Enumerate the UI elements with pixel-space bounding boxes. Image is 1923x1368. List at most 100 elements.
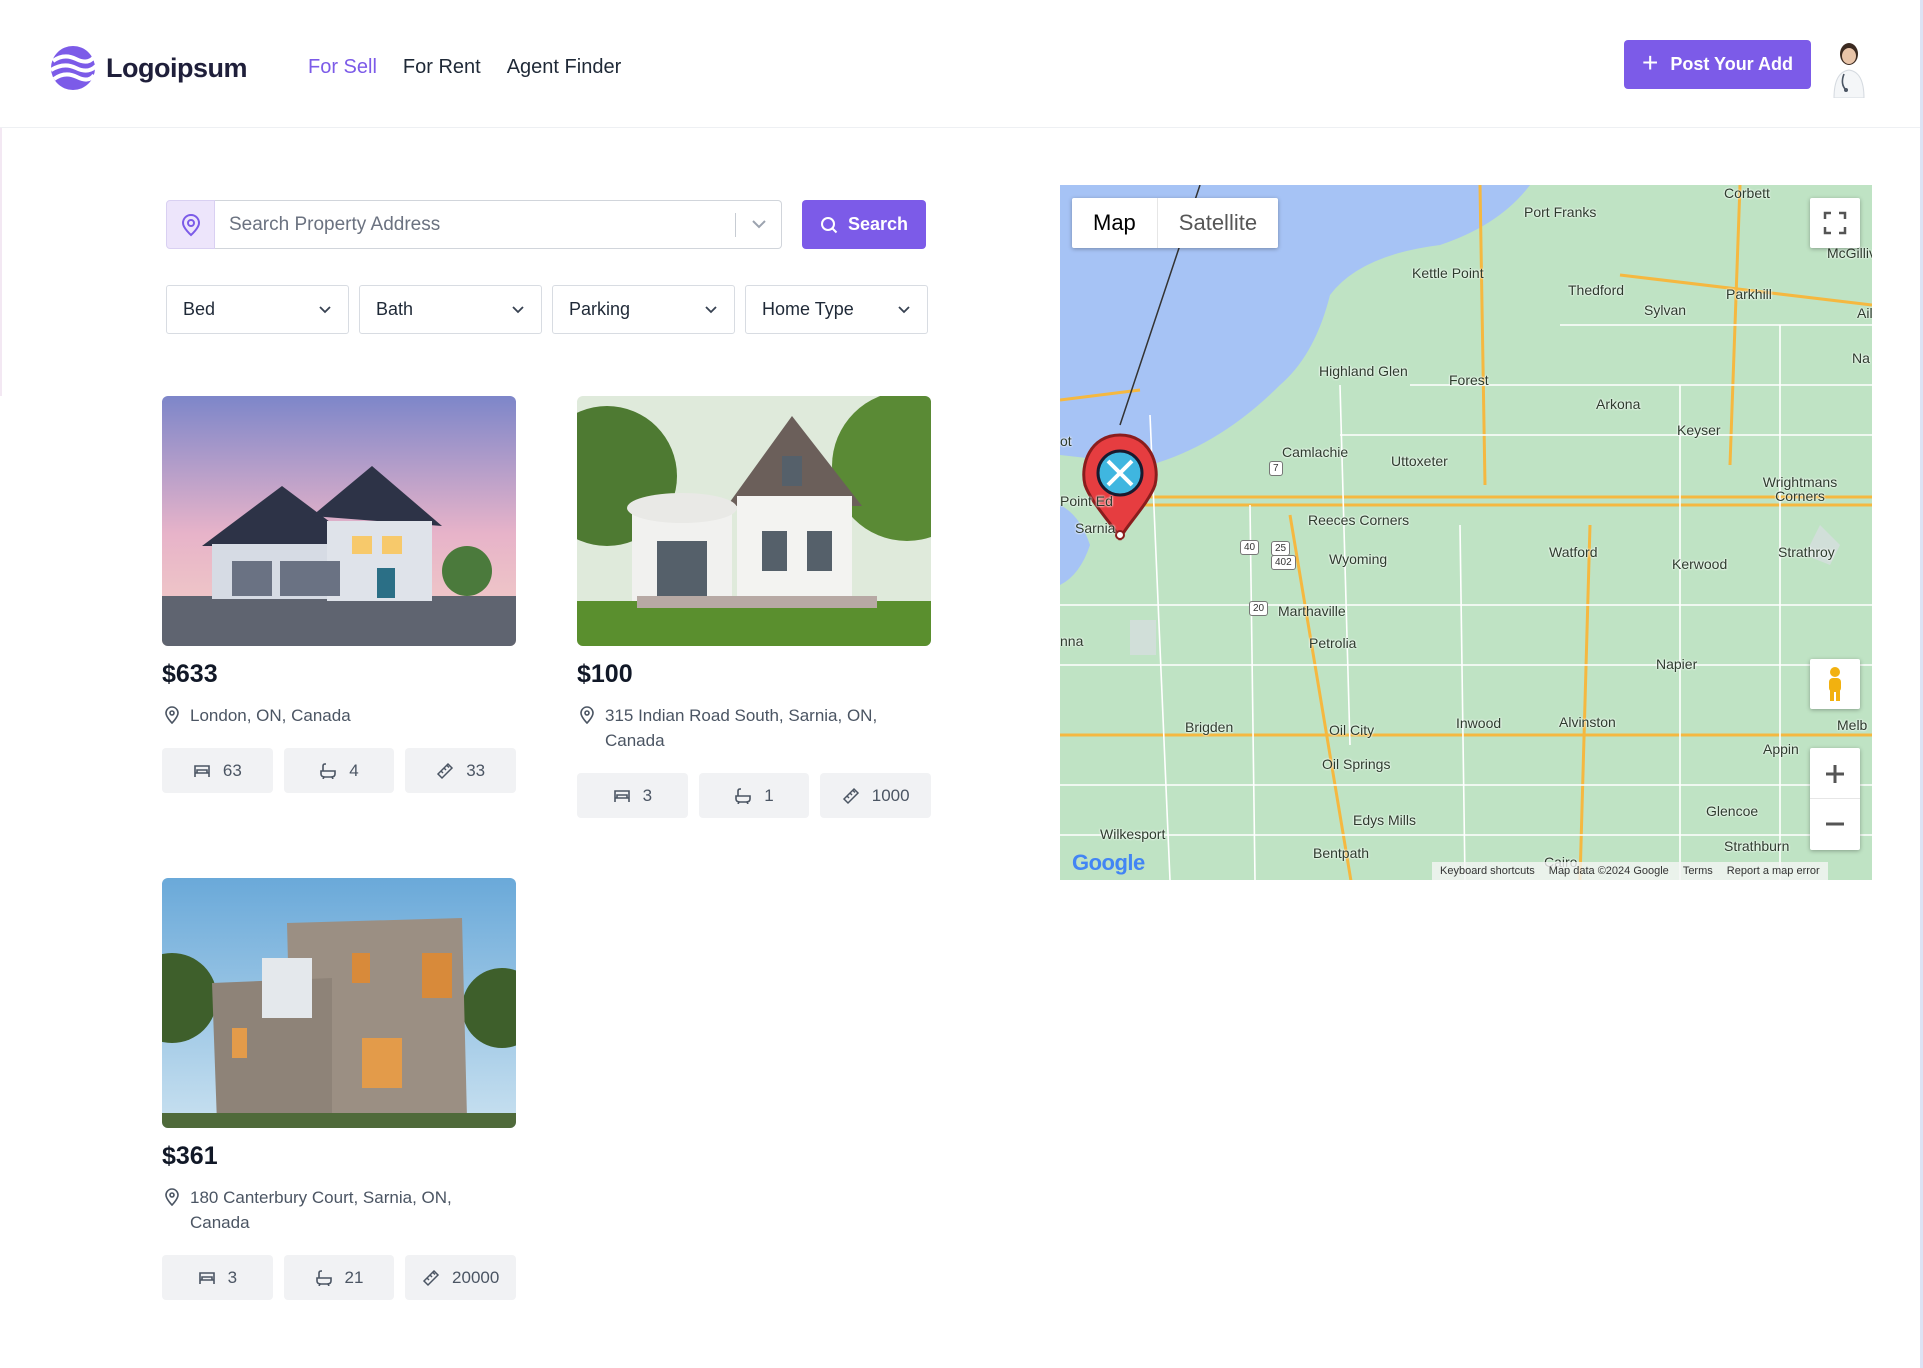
top-header: Logoipsum For Sell For Rent Agent Finder… xyxy=(0,0,1923,128)
map-place-label: Edys Mills xyxy=(1353,812,1417,828)
map-place-label: nna xyxy=(1060,633,1084,649)
map-place-label: Keyser xyxy=(1677,422,1721,438)
listing-photo-suburban-house[interactable] xyxy=(162,396,516,646)
keyboard-shortcuts-link[interactable]: Keyboard shortcuts xyxy=(1440,865,1535,877)
logo[interactable]: Logoipsum xyxy=(50,45,247,91)
map-place-label: Kettle Point xyxy=(1412,265,1484,281)
google-logo[interactable]: Google xyxy=(1072,850,1145,876)
logo-waves-icon xyxy=(50,46,96,90)
location-pin-icon xyxy=(165,1188,179,1206)
map-place-label: Highland Glen xyxy=(1319,363,1408,379)
filter-label: Bed xyxy=(183,299,216,319)
filter-bath[interactable]: Bath xyxy=(359,285,542,334)
map-place-label: Petrolia xyxy=(1309,635,1357,651)
map-place-label: Marthaville xyxy=(1278,603,1346,619)
location-pin-icon xyxy=(165,706,179,724)
beds-count: 3 xyxy=(227,1267,238,1287)
search-button-label: Search xyxy=(847,214,909,234)
map-place-label: Na xyxy=(1852,350,1870,366)
location-pin-icon xyxy=(580,706,594,724)
minus-icon xyxy=(1826,822,1844,826)
map-view[interactable]: Corbett Port Franks McGillivr Kettle Poi… xyxy=(1060,185,1872,880)
search-address-input[interactable] xyxy=(215,200,782,249)
listing-price: $100 xyxy=(577,660,633,688)
nav-agent-finder[interactable]: Agent Finder xyxy=(507,56,622,79)
beds-count: 3 xyxy=(642,785,653,805)
map-place-label: Napier xyxy=(1656,656,1698,672)
map-place-label: Sarnia xyxy=(1075,520,1116,536)
road-shield: 20 xyxy=(1249,601,1269,616)
map-place-label: Strathburn xyxy=(1724,838,1790,854)
post-your-add-button[interactable]: + Post Your Add xyxy=(1624,40,1811,89)
filter-parking[interactable]: Parking xyxy=(552,285,735,334)
fullscreen-icon xyxy=(1823,211,1847,235)
map-footer: Keyboard shortcuts Map data ©2024 Google… xyxy=(1432,862,1828,880)
pegman-icon xyxy=(1829,667,1841,701)
user-avatar[interactable] xyxy=(1826,38,1872,98)
map-type-map[interactable]: Map xyxy=(1072,198,1157,248)
report-map-error-link[interactable]: Report a map error xyxy=(1727,865,1820,877)
map-place-label: Parkhill xyxy=(1726,286,1772,302)
search-divider xyxy=(735,213,736,237)
filter-label: Parking xyxy=(569,299,631,319)
search-icon xyxy=(820,216,838,233)
map-place-label: Wrightmans Corners xyxy=(1762,474,1838,504)
listing-features: 63 4 33 xyxy=(162,748,517,793)
chevron-down-icon xyxy=(512,305,524,313)
address-text: 315 Indian Road South, Sarnia, ON, Canad… xyxy=(605,706,878,750)
nav-for-sell[interactable]: For Sell xyxy=(308,56,377,79)
listing-address: 180 Canterbury Court, Sarnia, ON, Canada xyxy=(162,1185,516,1235)
chevron-down-icon xyxy=(898,305,910,313)
baths-count: 21 xyxy=(344,1267,364,1287)
map-place-label: ot xyxy=(1060,433,1072,449)
ruler-icon xyxy=(842,787,859,804)
zoom-out-button[interactable] xyxy=(1810,799,1860,849)
map-place-label: Kerwood xyxy=(1672,556,1728,572)
zoom-controls xyxy=(1810,748,1860,850)
baths-chip: 1 xyxy=(698,773,810,818)
listing-card[interactable]: $361 180 Canterbury Court, Sarnia, ON, C… xyxy=(162,878,517,1300)
filter-home-type[interactable]: Home Type xyxy=(745,285,928,334)
bed-icon xyxy=(198,1271,215,1284)
road-shield: 7 xyxy=(1269,461,1283,476)
map-place-label: Arkona xyxy=(1596,396,1641,412)
area-value: 1000 xyxy=(871,785,910,805)
area-chip: 1000 xyxy=(820,773,932,818)
baths-count: 1 xyxy=(764,785,774,805)
map-place-label: Sylvan xyxy=(1644,302,1687,318)
map-type-satellite[interactable]: Satellite xyxy=(1156,198,1278,248)
chevron-down-icon[interactable] xyxy=(750,215,768,233)
filter-bed[interactable]: Bed xyxy=(166,285,349,334)
map-place-label: Corbett xyxy=(1724,185,1770,201)
google-logo-text: Google xyxy=(1072,850,1145,875)
listing-photo-victorian-house[interactable] xyxy=(577,396,931,646)
baths-chip: 21 xyxy=(283,1255,395,1300)
listing-card[interactable]: $100 315 Indian Road South, Sarnia, ON, … xyxy=(577,396,932,818)
map-data-text: Map data ©2024 Google xyxy=(1548,865,1669,877)
fullscreen-button[interactable] xyxy=(1810,198,1860,248)
map-place-label: Glencoe xyxy=(1706,803,1759,819)
map-place-label: Alvinston xyxy=(1559,714,1616,730)
road-shield: 402 xyxy=(1271,555,1296,570)
street-view-pegman[interactable] xyxy=(1810,659,1860,709)
area-value: 33 xyxy=(466,760,486,780)
map-place-label: Oil City xyxy=(1329,722,1375,738)
bed-icon xyxy=(194,764,210,777)
left-accent-line xyxy=(0,128,2,396)
listing-card[interactable]: $633 London, ON, Canada 63 4 33 xyxy=(162,396,517,793)
bed-icon xyxy=(613,789,630,802)
listing-address: 315 Indian Road South, Sarnia, ON, Canad… xyxy=(577,703,931,753)
chevron-down-icon xyxy=(705,305,717,313)
listing-features: 3 1 1000 xyxy=(577,773,932,818)
listing-address: London, ON, Canada xyxy=(162,703,516,728)
terms-link[interactable]: Terms xyxy=(1683,865,1713,877)
nav-for-rent[interactable]: For Rent xyxy=(403,56,481,79)
search-button[interactable]: Search xyxy=(802,200,926,249)
map-place-label: Uttoxeter xyxy=(1391,453,1448,469)
area-value: 20000 xyxy=(452,1267,500,1287)
listing-photo-modern-house[interactable] xyxy=(162,878,516,1128)
zoom-in-button[interactable] xyxy=(1810,749,1860,799)
post-button-label: Post Your Add xyxy=(1670,54,1794,74)
map-place-label: Port Franks xyxy=(1524,204,1597,220)
road-shield: 25 xyxy=(1271,541,1291,556)
